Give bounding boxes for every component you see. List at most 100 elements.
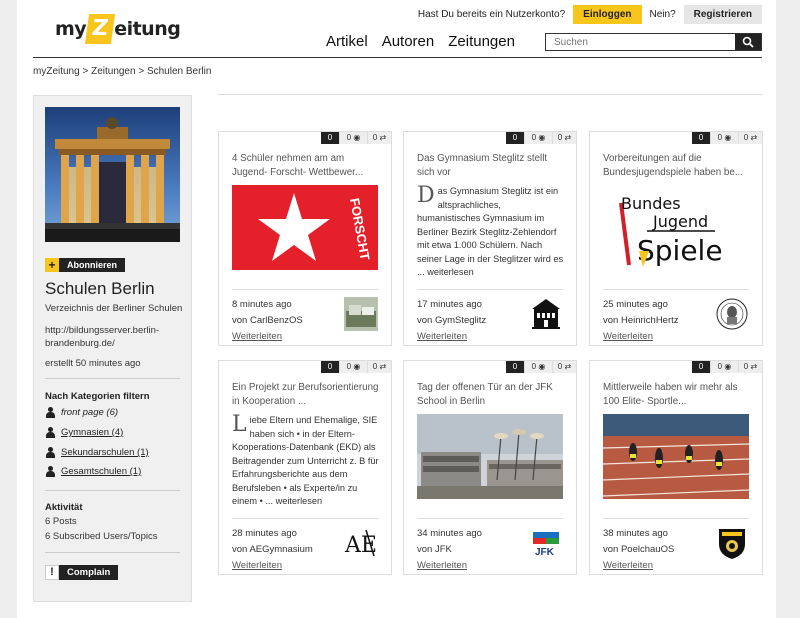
author-avatar[interactable]: AE	[344, 526, 378, 560]
article-title[interactable]: Ein Projekt zur Berufsorientierung in Ko…	[232, 381, 382, 408]
author-link[interactable]: AEGymnasium	[249, 544, 312, 555]
plus-icon: +	[45, 258, 59, 272]
comment-count: 0	[321, 361, 339, 373]
category-gymnasien[interactable]: Gymnasien (4)	[45, 427, 123, 438]
author-link[interactable]: JFK	[435, 544, 452, 555]
article-title[interactable]: Das Gymnasium Steglitz stellt sich vor	[417, 152, 567, 179]
nav-zeitungen[interactable]: Zeitungen	[448, 33, 515, 50]
sidebar: + Abonnieren Schulen Berlin Verzeichnis …	[33, 95, 192, 602]
bjs-logo-line1: Bundes	[621, 194, 681, 213]
forward-link[interactable]: Weiterleiten	[232, 331, 282, 342]
myzeitung-logo[interactable]: my Z eitung	[55, 14, 181, 44]
register-button[interactable]: Registrieren	[683, 5, 762, 24]
sidebar-divider	[45, 378, 180, 379]
category-label[interactable]: Sekundarschulen (1)	[61, 447, 149, 458]
activity-heading: Aktivität	[45, 502, 83, 513]
forward-link[interactable]: Weiterleiten	[603, 560, 653, 571]
search-button[interactable]	[735, 34, 761, 50]
category-gesamtschulen[interactable]: Gesamtschulen (1)	[45, 466, 141, 477]
author-avatar[interactable]: JFK	[529, 526, 563, 560]
comment-count: 0	[506, 132, 524, 144]
article-card[interactable]: 0 0 ◉ 0 ⇄ Vorbereitungen auf die Bundesj…	[589, 131, 763, 346]
article-title[interactable]: Mittlerweile haben wir mehr als 100 Elit…	[603, 381, 753, 408]
share-count: 0 ⇄	[552, 361, 576, 373]
article-card[interactable]: 0 0 ◉ 0 ⇄ Tag der offenen Tür an der JFK…	[403, 360, 577, 575]
post-time: 34 minutes ago	[417, 528, 482, 539]
card-divider	[417, 518, 563, 519]
subscribed-count: 6 Subscribed Users/Topics	[45, 531, 158, 542]
article-title[interactable]: 4 Schüler nehmen am am Jugend- Forscht- …	[232, 152, 382, 179]
article-card[interactable]: 0 0 ◉ 0 ⇄ Ein Projekt zur Berufsorientie…	[218, 360, 392, 575]
share-count: 0 ⇄	[367, 132, 391, 144]
author-line: von PoelchauOS	[603, 544, 675, 555]
content-divider	[218, 94, 762, 95]
repost-icon: ⇄	[564, 362, 572, 371]
author-avatar[interactable]	[715, 526, 749, 560]
search-input[interactable]	[546, 34, 735, 50]
comment-count: 0	[321, 132, 339, 144]
forward-link[interactable]: Weiterleiten	[417, 560, 467, 571]
category-label: front page (6)	[61, 407, 119, 418]
post-time: 17 minutes ago	[417, 299, 482, 310]
breadcrumb[interactable]: myZeitung > Zeitungen > Schulen Berlin	[33, 66, 211, 77]
drop-cap: D	[417, 183, 435, 208]
view-count: 0 ◉	[524, 132, 552, 144]
nav-artikel[interactable]: Artikel	[326, 33, 368, 50]
card-stats: 0 0 ◉ 0 ⇄	[321, 132, 391, 144]
exclamation-icon: !	[45, 565, 59, 580]
article-image[interactable]: FORSCHT	[232, 185, 378, 270]
author-avatar[interactable]	[715, 297, 749, 331]
category-sekundarschulen[interactable]: Sekundarschulen (1)	[45, 447, 149, 458]
forward-link[interactable]: Weiterleiten	[603, 331, 653, 342]
login-button[interactable]: Einloggen	[573, 5, 642, 24]
newspaper-url[interactable]: http://bildungsserver.berlin-brandenburg…	[45, 324, 185, 350]
eye-icon: ◉	[538, 362, 546, 371]
author-avatar[interactable]	[529, 297, 563, 331]
eye-icon: ◉	[724, 133, 732, 142]
read-more-link[interactable]: weiterlesen	[276, 496, 322, 506]
posts-count: 6 Posts	[45, 516, 77, 527]
author-link[interactable]: HeinrichHertz	[621, 315, 679, 326]
repost-icon: ⇄	[379, 133, 387, 142]
article-image[interactable]: Bundes Jugend Spiele	[603, 185, 749, 270]
article-image[interactable]	[603, 414, 749, 499]
card-divider	[232, 289, 378, 290]
bjs-logo-line2: Jugend	[652, 212, 708, 231]
share-count: 0 ⇄	[738, 132, 762, 144]
post-time: 8 minutes ago	[232, 299, 292, 310]
subscribe-button[interactable]: + Abonnieren	[45, 258, 126, 272]
view-count: 0 ◉	[339, 361, 367, 373]
repost-icon: ⇄	[564, 133, 572, 142]
comment-count: 0	[506, 361, 524, 373]
article-image[interactable]	[417, 414, 563, 499]
card-stats: 0 0 ◉ 0 ⇄	[506, 361, 576, 373]
complain-button[interactable]: ! Complain	[45, 565, 119, 580]
article-title[interactable]: Tag der offenen Tür an der JFK School in…	[417, 381, 567, 408]
main-nav: Artikel Autoren Zeitungen	[326, 33, 515, 50]
eye-icon: ◉	[538, 133, 546, 142]
author-link[interactable]: CarlBenzOS	[250, 315, 303, 326]
nav-autoren[interactable]: Autoren	[382, 33, 435, 50]
author-avatar[interactable]	[344, 297, 378, 331]
repost-icon: ⇄	[750, 362, 758, 371]
post-time: 28 minutes ago	[232, 528, 297, 539]
author-line: von JFK	[417, 544, 452, 555]
account-question: Hast Du bereits ein Nutzerkonto?	[417, 9, 566, 20]
article-card[interactable]: 0 0 ◉ 0 ⇄ Das Gymnasium Steglitz stellt …	[403, 131, 577, 346]
category-label[interactable]: Gesamtschulen (1)	[61, 466, 141, 477]
forward-link[interactable]: Weiterleiten	[417, 331, 467, 342]
user-icon	[45, 447, 56, 458]
article-card[interactable]: 0 0 ◉ 0 ⇄ Mittlerweile haben wir mehr al…	[589, 360, 763, 575]
author-line: von GymSteglitz	[417, 315, 487, 326]
author-link[interactable]: PoelchauOS	[621, 544, 674, 555]
forward-link[interactable]: Weiterleiten	[232, 560, 282, 571]
author-link[interactable]: GymSteglitz	[435, 315, 486, 326]
sidebar-divider	[45, 490, 180, 491]
article-card[interactable]: 0 0 ◉ 0 ⇄ 4 Schüler nehmen am am Jugend-…	[218, 131, 392, 346]
category-front-page[interactable]: front page (6)	[45, 407, 118, 418]
read-more-link[interactable]: weiterlesen	[427, 267, 473, 277]
ae-logo-text: AE	[344, 533, 377, 558]
newspaper-photo	[45, 107, 180, 242]
category-label[interactable]: Gymnasien (4)	[61, 427, 123, 438]
article-title[interactable]: Vorbereitungen auf die Bundesjugendspiel…	[603, 152, 753, 179]
